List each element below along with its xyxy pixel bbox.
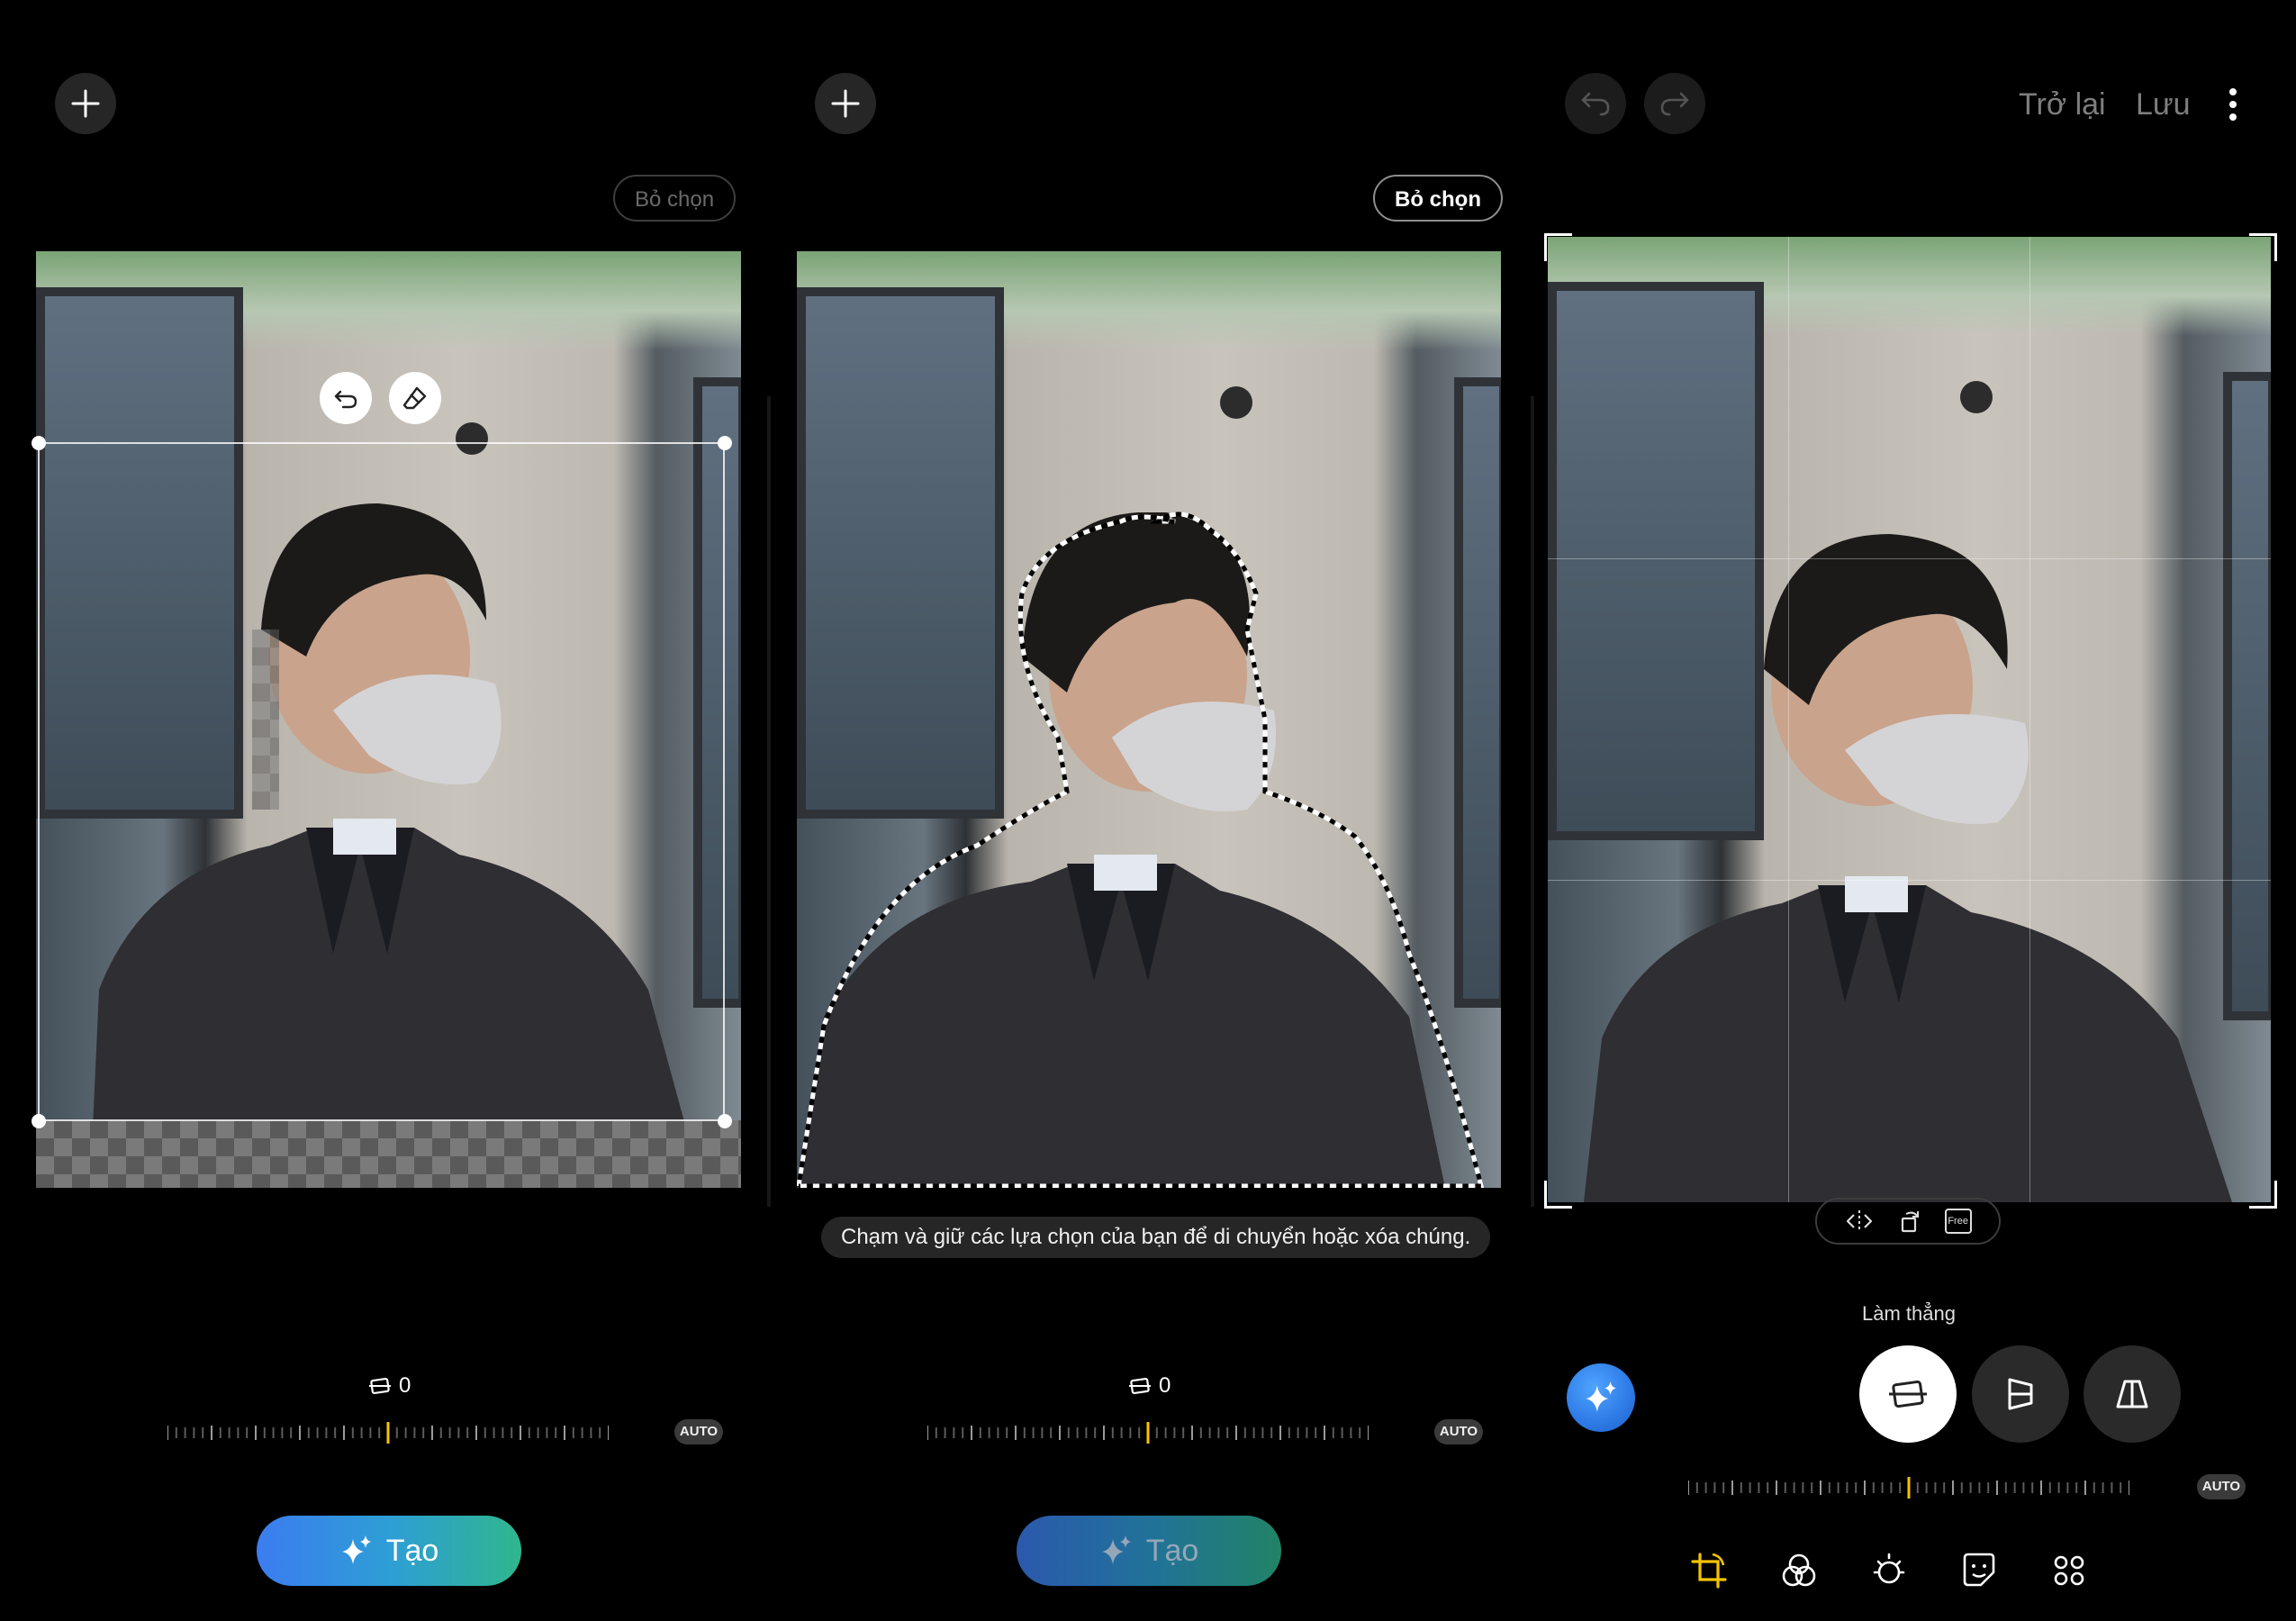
back-button[interactable]: Trở lại	[2019, 87, 2106, 122]
tool-more[interactable]	[2044, 1545, 2094, 1596]
crop-corner-bl[interactable]	[1544, 1181, 1572, 1209]
auto-button[interactable]: AUTO	[1434, 1419, 1483, 1444]
revert-icon	[334, 390, 357, 409]
tool-crop[interactable]	[1684, 1545, 1734, 1596]
angle-ruler[interactable]	[167, 1422, 609, 1444]
ai-suggest-button[interactable]	[1567, 1363, 1635, 1432]
auto-button[interactable]: AUTO	[674, 1419, 723, 1444]
eraser-icon	[402, 386, 427, 410]
crop-rotate-icon	[1691, 1553, 1727, 1589]
panel-crop: Trở lại Lưu Free Làm thẳng AUTO	[1531, 0, 2296, 1621]
sparkle-icon	[1586, 1381, 1616, 1412]
vertical-perspective-icon	[2008, 1378, 2033, 1410]
crop-corner-tl[interactable]	[1544, 233, 1572, 261]
panel-auto-select: Bỏ chọn Chạm và giữ các lựa chọn của bạn…	[765, 0, 1531, 1621]
grid-dots-icon	[2054, 1555, 2084, 1586]
straighten-icon	[369, 1377, 391, 1395]
resize-handle-tl[interactable]	[32, 436, 46, 450]
erase-button[interactable]	[389, 372, 441, 424]
undo-icon	[1581, 92, 1610, 116]
create-button[interactable]: Tạo	[1017, 1516, 1281, 1586]
photo-canvas[interactable]	[1548, 237, 2271, 1202]
plus-icon	[831, 89, 860, 118]
panel-object-edit: Bỏ chọn 0 AUTO Tạo	[0, 0, 765, 1621]
more-vertical-icon[interactable]	[2226, 86, 2240, 122]
brightness-icon	[1873, 1553, 1905, 1584]
sticker-icon	[1963, 1553, 1995, 1587]
plus-icon	[71, 89, 100, 118]
horizontal-perspective-icon	[2116, 1380, 2148, 1408]
create-label: Tạo	[385, 1533, 439, 1568]
add-button[interactable]	[815, 73, 876, 134]
vertical-perspective-button[interactable]	[1972, 1345, 2069, 1443]
resize-handle-tr[interactable]	[718, 436, 732, 450]
deselect-button[interactable]: Bỏ chọn	[613, 175, 737, 222]
angle-value: 0	[1159, 1373, 1171, 1398]
rotate-icon[interactable]	[1897, 1209, 1922, 1234]
straighten-angle: 0	[368, 1373, 411, 1399]
straighten-angle: 0	[1128, 1373, 1171, 1399]
horizontal-perspective-button[interactable]	[2084, 1345, 2181, 1443]
mode-label: Làm thẳng	[1862, 1302, 1956, 1325]
selection-box[interactable]	[38, 442, 725, 1121]
deselect-button[interactable]: Bỏ chọn	[1373, 175, 1503, 222]
photo-canvas[interactable]	[797, 251, 1501, 1188]
crop-corner-br[interactable]	[2249, 1181, 2277, 1209]
angle-value: 0	[399, 1373, 411, 1398]
free-ratio-button[interactable]: Free	[1944, 1209, 1972, 1234]
transform-toolbar: Free	[1815, 1198, 2001, 1245]
tool-stickers[interactable]	[1954, 1545, 2004, 1596]
redo-button[interactable]	[1644, 73, 1705, 134]
tool-filters[interactable]	[1774, 1545, 1824, 1596]
selection-outline[interactable]	[797, 251, 1501, 1188]
person-silhouette	[1584, 534, 2232, 1202]
create-label: Tạo	[1145, 1533, 1199, 1568]
straighten-icon	[1889, 1380, 1927, 1408]
angle-ruler[interactable]	[1688, 1477, 2129, 1499]
auto-button[interactable]: AUTO	[2197, 1474, 2246, 1499]
angle-ruler[interactable]	[927, 1422, 1369, 1444]
revert-button[interactable]	[320, 372, 372, 424]
crop-corner-tr[interactable]	[2249, 233, 2277, 261]
filters-icon	[1782, 1553, 1816, 1587]
sparkle-icon	[1101, 1535, 1131, 1564]
resize-handle-bl[interactable]	[32, 1114, 46, 1128]
straighten-mode-button[interactable]	[1859, 1345, 1957, 1443]
undo-button[interactable]	[1565, 73, 1626, 134]
hint-tooltip: Chạm và giữ các lựa chọn của bạn để di c…	[821, 1217, 1491, 1258]
straighten-icon	[1129, 1377, 1151, 1395]
sparkle-icon	[341, 1535, 371, 1564]
add-button[interactable]	[55, 73, 116, 134]
save-button[interactable]: Lưu	[2136, 87, 2191, 122]
resize-handle-br[interactable]	[718, 1114, 732, 1128]
tool-adjust[interactable]	[1864, 1545, 1914, 1596]
flip-icon[interactable]	[1844, 1209, 1875, 1234]
redo-icon	[1660, 92, 1689, 116]
create-button[interactable]: Tạo	[257, 1516, 521, 1586]
